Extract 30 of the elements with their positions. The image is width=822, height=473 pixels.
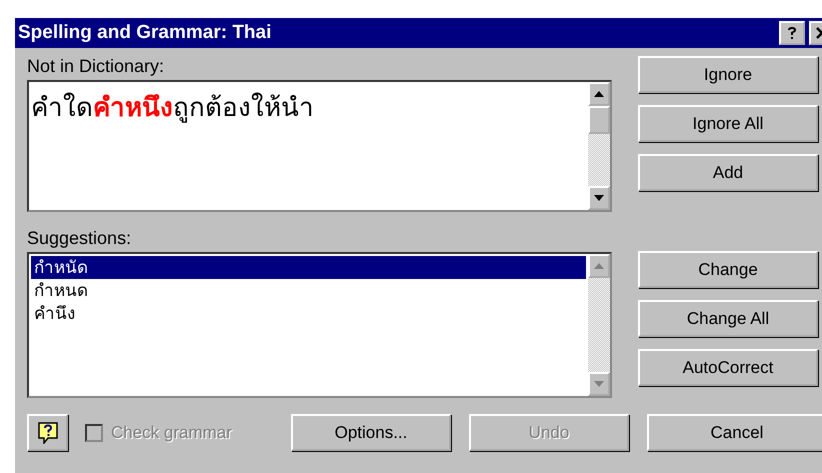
suggestion-item[interactable]: กำหนัด <box>31 256 586 279</box>
sentence-field[interactable]: คำใดคำหนึงถูกต้องให้นำ <box>27 80 612 212</box>
dialog-button[interactable]: Cancel <box>647 414 822 451</box>
help-button[interactable] <box>27 414 68 451</box>
suggestions-list[interactable]: กำหนัด กำหนด คำนึง <box>27 252 612 398</box>
scroll-down-button[interactable] <box>588 186 610 210</box>
change-button[interactable]: Change <box>638 251 818 288</box>
window-title: Spelling and Grammar: Thai <box>18 22 272 44</box>
down-arrow-icon <box>594 381 604 387</box>
help-button[interactable] <box>779 21 805 45</box>
suggestion-item[interactable]: คำนึง <box>31 302 586 325</box>
down-arrow-icon <box>594 195 604 201</box>
suggestion-item[interactable]: กำหนด <box>31 279 586 302</box>
action-button[interactable]: Add <box>638 154 818 191</box>
up-arrow-icon <box>594 91 604 97</box>
change-button[interactable]: AutoCorrect <box>638 349 818 386</box>
up-arrow-icon <box>594 263 604 269</box>
scroll-thumb[interactable] <box>588 106 610 134</box>
scrollbar[interactable] <box>588 82 610 210</box>
checkbox-label: Check grammar <box>111 422 232 442</box>
sentence-text: คำใดคำหนึงถูกต้องให้นำ <box>31 92 314 122</box>
action-button[interactable]: Ignore All <box>638 105 818 142</box>
help-icon <box>38 422 58 444</box>
change-button[interactable]: Change All <box>638 300 818 337</box>
help-icon <box>787 26 797 40</box>
field-label: Not in Dictionary: <box>27 56 166 78</box>
dialog-button[interactable]: Options... <box>291 414 451 451</box>
scroll-up-button[interactable] <box>588 82 610 106</box>
list-label: Suggestions: <box>27 228 132 250</box>
action-button[interactable]: Ignore <box>638 56 818 93</box>
